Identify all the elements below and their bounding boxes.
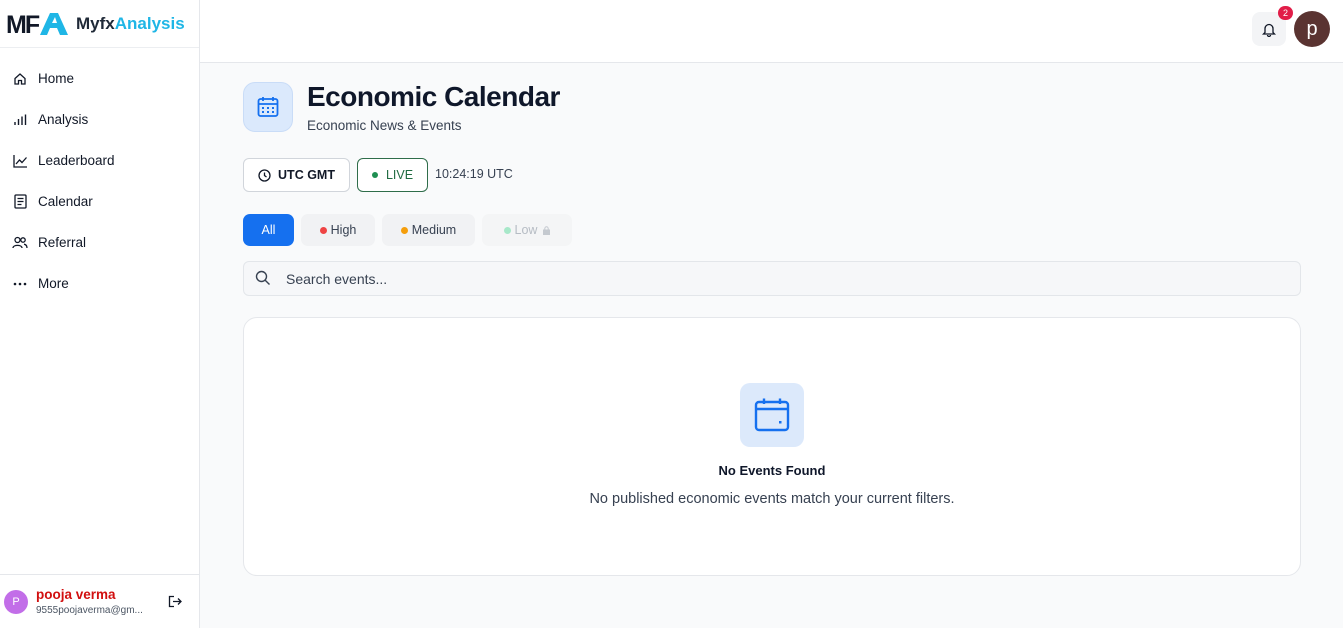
home-icon bbox=[12, 71, 28, 87]
sidebar-item-more[interactable]: More bbox=[0, 263, 199, 304]
sidebar-item-leaderboard[interactable]: Leaderboard bbox=[0, 140, 199, 181]
calendar-grid-icon bbox=[243, 82, 293, 132]
sidebar-item-label: Analysis bbox=[38, 112, 89, 127]
sidebar-item-label: Referral bbox=[38, 235, 87, 250]
live-dot-icon bbox=[371, 172, 378, 178]
empty-state-message: No published economic events match your … bbox=[589, 491, 955, 507]
brand-logo[interactable]: MF MyfxAnalysis bbox=[0, 0, 199, 48]
sidebar-item-label: Leaderboard bbox=[38, 153, 115, 168]
sidebar-item-referral[interactable]: Referral bbox=[0, 222, 199, 263]
clock-icon bbox=[258, 168, 271, 182]
logout-button[interactable] bbox=[166, 593, 184, 611]
live-clock: 10:24:19 UTC bbox=[435, 167, 513, 181]
users-icon bbox=[12, 235, 28, 251]
high-impact-dot-icon bbox=[319, 226, 327, 234]
user-avatar[interactable]: P bbox=[4, 589, 28, 614]
search-icon bbox=[255, 270, 271, 286]
medium-impact-dot-icon bbox=[400, 226, 408, 234]
mfa-logo-icon: MF bbox=[6, 11, 68, 37]
page-subtitle: Economic News & Events bbox=[307, 118, 462, 133]
list-document-icon bbox=[12, 194, 28, 210]
user-profile: P pooja verma 9555poojaverma@gm... bbox=[0, 574, 199, 628]
live-toggle-button[interactable]: LIVE bbox=[357, 158, 428, 192]
bar-chart-icon bbox=[12, 112, 28, 128]
events-empty-state: No Events Found No published economic ev… bbox=[243, 317, 1301, 576]
timezone-button[interactable]: UTC GMT bbox=[243, 158, 350, 192]
timezone-label: UTC GMT bbox=[278, 168, 335, 182]
profile-avatar[interactable]: p bbox=[1294, 11, 1330, 47]
filter-all-button[interactable]: All bbox=[243, 214, 294, 246]
live-label: LIVE bbox=[385, 168, 414, 182]
user-email: 9555poojaverma@gm... bbox=[36, 605, 143, 616]
user-name: pooja verma bbox=[36, 587, 116, 602]
bell-icon bbox=[1262, 23, 1276, 37]
user-info: pooja verma 9555poojaverma@gm... bbox=[36, 587, 158, 616]
sidebar-nav: Home Analysis Leaderboard Calendar Refer… bbox=[0, 48, 199, 304]
empty-state-title: No Events Found bbox=[718, 463, 826, 478]
notification-count-badge: 2 bbox=[1278, 6, 1293, 20]
topbar: 2 p bbox=[200, 0, 1343, 63]
calendar-icon bbox=[740, 383, 804, 447]
sidebar-item-label: Calendar bbox=[38, 194, 93, 209]
search-bar bbox=[243, 261, 1301, 296]
filter-label: High bbox=[330, 223, 357, 237]
filter-label: All bbox=[261, 223, 276, 237]
low-impact-dot-icon bbox=[503, 226, 511, 234]
brand-name: MyfxAnalysis bbox=[76, 13, 185, 33]
filter-high-button[interactable]: High bbox=[301, 214, 375, 246]
sidebar-item-analysis[interactable]: Analysis bbox=[0, 99, 199, 140]
trend-line-icon bbox=[12, 153, 28, 169]
sidebar-item-label: Home bbox=[38, 71, 75, 86]
more-dots-icon bbox=[12, 276, 28, 292]
lock-icon bbox=[543, 225, 551, 235]
search-input[interactable] bbox=[286, 262, 1286, 295]
filter-medium-button[interactable]: Medium bbox=[382, 214, 475, 246]
filter-label: Low bbox=[514, 223, 538, 237]
sidebar-item-label: More bbox=[38, 276, 69, 291]
sidebar: MF MyfxAnalysis Home Analysis Leaderboar… bbox=[0, 0, 200, 628]
svg-text:MF: MF bbox=[6, 11, 40, 37]
page-title: Economic Calendar bbox=[307, 81, 560, 112]
filter-low-button[interactable]: Low bbox=[482, 214, 572, 246]
sidebar-item-calendar[interactable]: Calendar bbox=[0, 181, 199, 222]
main-content: Economic Calendar Economic News & Events… bbox=[200, 63, 1343, 628]
logout-icon bbox=[168, 595, 182, 608]
filter-label: Medium bbox=[411, 223, 457, 237]
sidebar-item-home[interactable]: Home bbox=[0, 58, 199, 99]
